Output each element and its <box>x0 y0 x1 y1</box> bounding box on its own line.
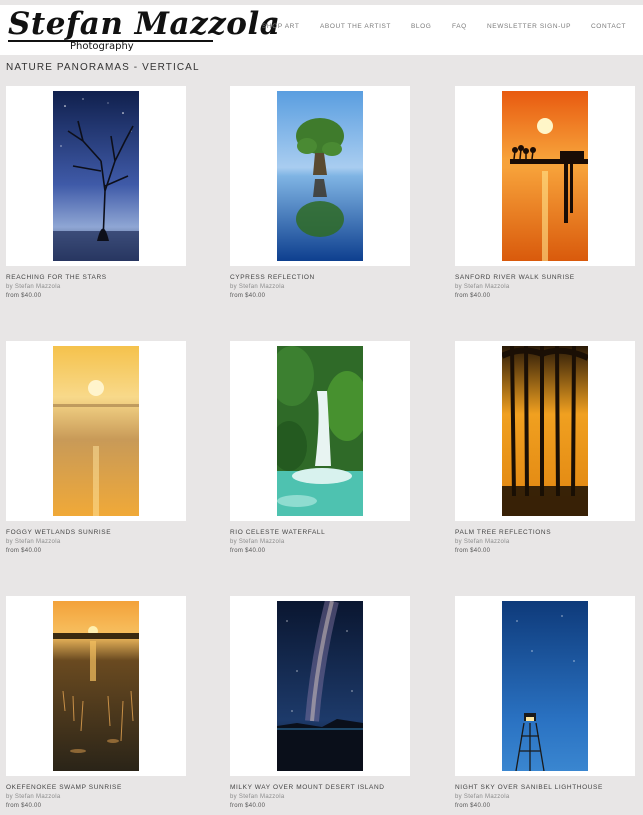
product-photo-cypress-reflection[interactable] <box>277 91 363 261</box>
product-title[interactable]: OKEFENOKEE SWAMP SUNRISE <box>6 784 122 791</box>
product-artist: by Stefan Mazzola <box>6 794 61 800</box>
product-artist: by Stefan Mazzola <box>6 539 61 545</box>
product-title[interactable]: RIO CELESTE WATERFALL <box>230 529 325 536</box>
product-image-frame[interactable] <box>230 596 410 776</box>
product-price: from $40.00 <box>455 548 491 554</box>
product-image-frame[interactable] <box>230 86 410 266</box>
product-price: from $40.00 <box>455 293 491 299</box>
product-artist: by Stefan Mazzola <box>230 284 285 290</box>
product-photo-sanford-river-walk-sunrise[interactable] <box>502 91 588 261</box>
product-artist: by Stefan Mazzola <box>6 284 61 290</box>
product-photo-milky-way-over-mount-desert-island[interactable] <box>277 601 363 771</box>
page-title: NATURE PANORAMAS - VERTICAL <box>6 62 200 73</box>
nav-newsletter-sign-up[interactable]: NEWSLETTER SIGN-UP <box>487 23 571 30</box>
product-title[interactable]: FOGGY WETLANDS SUNRISE <box>6 529 111 536</box>
product-price: from $40.00 <box>6 548 42 554</box>
nav-shop-art[interactable]: SHOP ART <box>262 23 299 30</box>
product-photo-okefenokee-swamp-sunrise[interactable] <box>53 601 139 771</box>
product-price: from $40.00 <box>230 548 266 554</box>
product-price: from $40.00 <box>230 803 266 809</box>
product-artist: by Stefan Mazzola <box>230 794 285 800</box>
product-artist: by Stefan Mazzola <box>455 539 510 545</box>
product-artist: by Stefan Mazzola <box>230 539 285 545</box>
product-image-frame[interactable] <box>6 341 186 521</box>
product-image-frame[interactable] <box>230 341 410 521</box>
product-image-frame[interactable] <box>455 341 635 521</box>
product-image-frame[interactable] <box>455 596 635 776</box>
product-price: from $40.00 <box>6 803 42 809</box>
product-title[interactable]: REACHING FOR THE STARS <box>6 274 107 281</box>
product-photo-rio-celeste-waterfall[interactable] <box>277 346 363 516</box>
product-title[interactable]: NIGHT SKY OVER SANIBEL LIGHTHOUSE <box>455 784 603 791</box>
product-artist: by Stefan Mazzola <box>455 794 510 800</box>
product-photo-palm-tree-reflections[interactable] <box>502 346 588 516</box>
product-title[interactable]: MILKY WAY OVER MOUNT DESERT ISLAND <box>230 784 385 791</box>
product-image-frame[interactable] <box>455 86 635 266</box>
product-title[interactable]: SANFORD RIVER WALK SUNRISE <box>455 274 575 281</box>
nav-blog[interactable]: BLOG <box>411 23 431 30</box>
product-photo-reaching-for-the-stars[interactable] <box>53 91 139 261</box>
product-price: from $40.00 <box>230 293 266 299</box>
product-price: from $40.00 <box>6 293 42 299</box>
product-image-frame[interactable] <box>6 86 186 266</box>
product-title[interactable]: PALM TREE REFLECTIONS <box>455 529 551 536</box>
site-header: Stefan Mazzola Photography SHOP ART ABOU… <box>0 5 643 55</box>
nav-contact[interactable]: CONTACT <box>591 23 626 30</box>
main-nav: SHOP ART ABOUT THE ARTIST BLOG FAQ NEWSL… <box>0 5 643 55</box>
product-price: from $40.00 <box>455 803 491 809</box>
nav-faq[interactable]: FAQ <box>452 23 467 30</box>
product-photo-foggy-wetlands-sunrise[interactable] <box>53 346 139 516</box>
product-artist: by Stefan Mazzola <box>455 284 510 290</box>
product-photo-night-sky-over-sanibel-lighthouse[interactable] <box>502 601 588 771</box>
product-image-frame[interactable] <box>6 596 186 776</box>
product-title[interactable]: CYPRESS REFLECTION <box>230 274 315 281</box>
nav-about-the-artist[interactable]: ABOUT THE ARTIST <box>320 23 391 30</box>
